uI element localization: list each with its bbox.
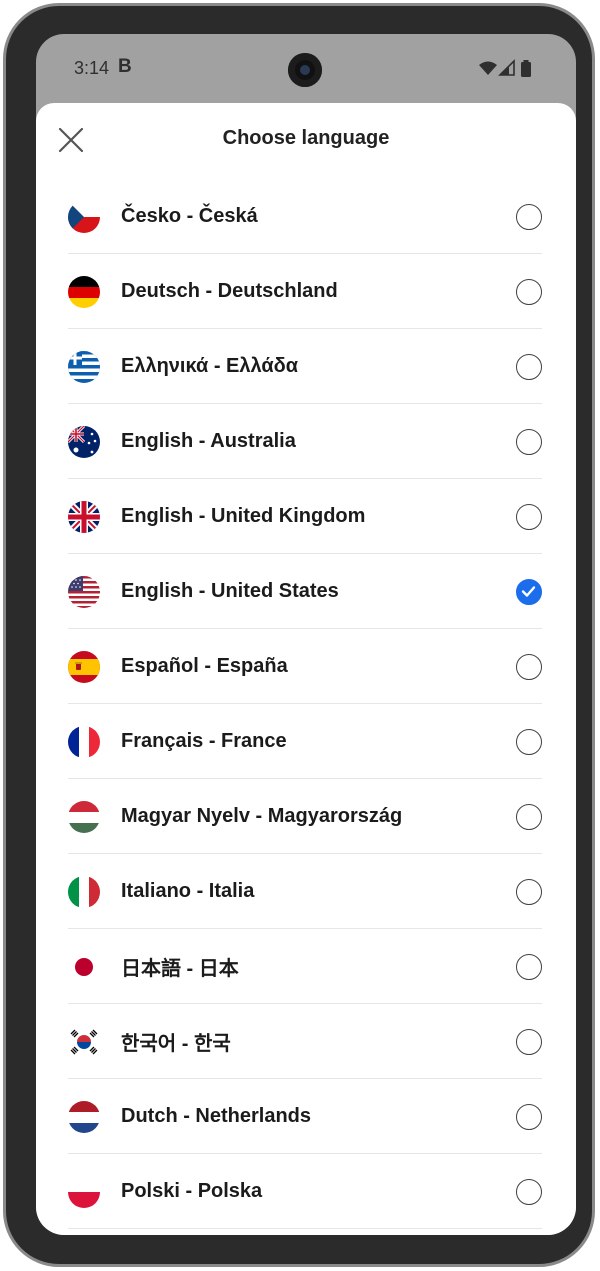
language-label: Français - France	[121, 730, 287, 752]
radio-button[interactable]	[516, 878, 542, 905]
radio-button[interactable]	[516, 428, 542, 455]
language-label: English - United States	[121, 580, 339, 602]
flag-au-icon	[68, 425, 100, 458]
radio-button[interactable]	[516, 953, 542, 980]
language-label: English - Australia	[121, 430, 296, 452]
language-option[interactable]: Česko - Česká	[36, 179, 576, 254]
divider	[68, 1228, 542, 1229]
language-option[interactable]: English - Australia	[36, 404, 576, 479]
screen: 3:14 B Choose language Česko - Česká Deu…	[36, 34, 576, 1235]
flag-fr-icon	[68, 725, 100, 758]
language-option[interactable]: Ελληνικά - Ελλάδα	[36, 329, 576, 404]
language-label: Deutsch - Deutschland	[121, 280, 338, 302]
radio-checked-icon[interactable]	[516, 578, 542, 605]
battery-icon	[521, 60, 531, 77]
language-list: Česko - Česká Deutsch - Deutschland Ελληνι…	[36, 179, 576, 1229]
language-label: 한국어 - 한국	[121, 1033, 231, 1055]
cellular-signal-icon	[498, 59, 515, 76]
language-option[interactable]: English - United Kingdom	[36, 479, 576, 554]
language-label: Español - España	[121, 655, 288, 677]
language-option[interactable]: Français - France	[36, 704, 576, 779]
phone-frame: 3:14 B Choose language Česko - Česká Deu…	[3, 3, 595, 1267]
language-option[interactable]: Magyar Nyelv - Magyarország	[36, 779, 576, 854]
status-time: 3:14	[74, 58, 110, 78]
page-title: Choose language	[222, 127, 390, 149]
language-option[interactable]: 日本語 - 日本	[36, 929, 576, 1004]
radio-button[interactable]	[516, 653, 542, 680]
radio-button[interactable]	[516, 1103, 542, 1130]
flag-hu-icon	[68, 800, 100, 833]
language-label: Česko - Česká	[121, 205, 258, 227]
radio-button[interactable]	[516, 1178, 542, 1205]
language-label: Magyar Nyelv - Magyarország	[121, 805, 403, 827]
flag-gr-icon	[68, 350, 100, 383]
flag-cz-icon	[68, 200, 100, 233]
radio-button[interactable]	[516, 278, 542, 305]
flag-de-icon	[68, 275, 100, 308]
flag-es-icon	[68, 650, 100, 683]
language-label: Polski - Polska	[121, 1180, 263, 1202]
language-option[interactable]: Español - España	[36, 629, 576, 704]
system-icons	[478, 59, 540, 79]
language-option[interactable]: English - United States	[36, 554, 576, 629]
language-option[interactable]: Dutch - Netherlands	[36, 1079, 576, 1154]
flag-it-icon	[68, 875, 100, 908]
language-label: Dutch - Netherlands	[121, 1105, 312, 1127]
flag-pl-icon	[68, 1175, 100, 1208]
language-label: Ελληνικά - Ελλάδα	[121, 355, 299, 377]
radio-button[interactable]	[516, 803, 542, 830]
language-option[interactable]: Polski - Polska	[36, 1154, 576, 1229]
language-label: Italiano - Italia	[121, 880, 255, 902]
status-bar: 3:14 B	[36, 34, 576, 104]
sheet-header: Choose language	[36, 103, 576, 179]
language-option[interactable]: 한국어 - 한국	[36, 1004, 576, 1079]
radio-button[interactable]	[516, 728, 542, 755]
flag-nl-icon	[68, 1100, 100, 1133]
language-label: English - United Kingdom	[121, 505, 366, 527]
radio-button[interactable]	[516, 203, 542, 230]
flag-gb-icon	[68, 500, 100, 533]
radio-button[interactable]	[516, 1028, 542, 1055]
radio-button[interactable]	[516, 503, 542, 530]
flag-kr-icon	[68, 1025, 100, 1058]
flag-jp-icon	[68, 950, 100, 983]
radio-button[interactable]	[516, 353, 542, 380]
language-sheet: Choose language Česko - Česká Deutsch - D…	[36, 103, 576, 1235]
notification-b-icon: B	[118, 56, 132, 77]
language-option[interactable]: Italiano - Italia	[36, 854, 576, 929]
front-camera	[288, 53, 322, 87]
language-option[interactable]: Deutsch - Deutschland	[36, 254, 576, 329]
flag-us-icon	[68, 575, 100, 608]
wifi-icon	[479, 61, 497, 75]
language-label: 日本語 - 日本	[121, 958, 239, 980]
